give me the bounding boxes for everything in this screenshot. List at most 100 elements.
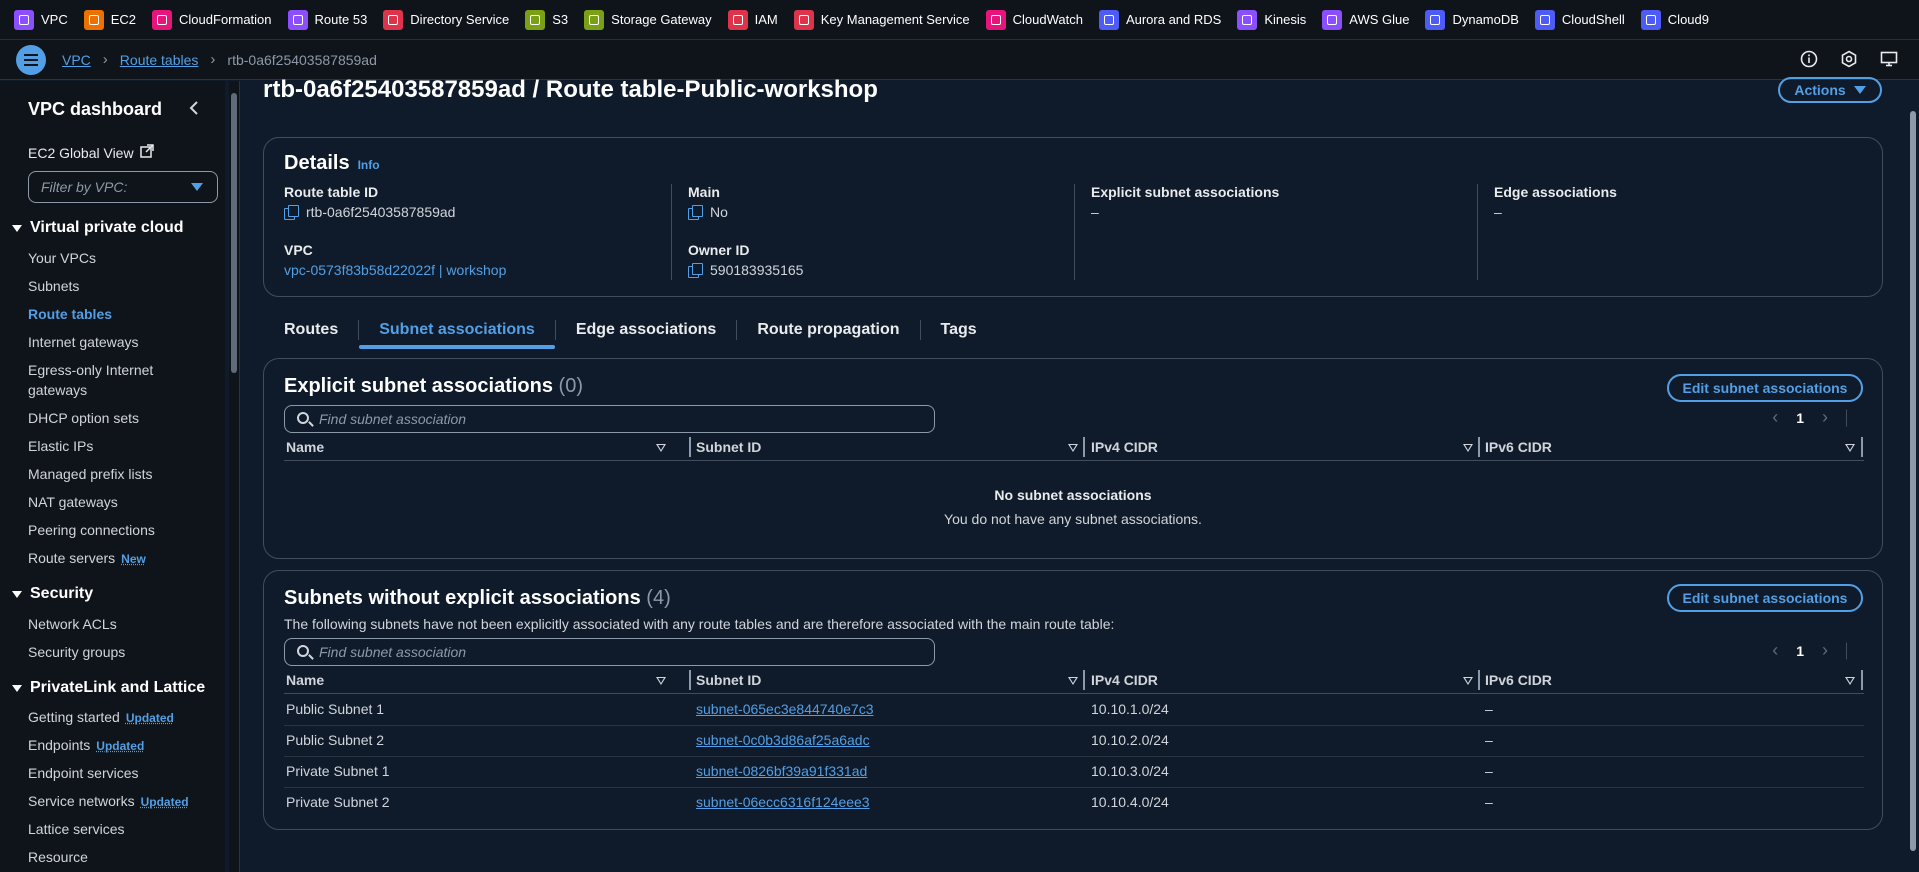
- column-divider[interactable]: [689, 670, 691, 690]
- sidebar-item-resource[interactable]: Resource: [28, 847, 88, 867]
- fav-ec2[interactable]: EC2: [83, 9, 136, 30]
- fav-storage-gateway[interactable]: Storage Gateway: [584, 9, 712, 30]
- chevron-left-icon[interactable]: ‹: [1772, 407, 1778, 428]
- fav-vpc[interactable]: VPC: [14, 9, 68, 30]
- fav-cloudformation[interactable]: CloudFormation: [152, 9, 272, 30]
- column-header-name[interactable]: Name: [286, 435, 676, 459]
- sidebar-item-peering-connections[interactable]: Peering connections: [28, 520, 155, 540]
- screen-icon[interactable]: [1879, 49, 1899, 69]
- main-scrollbar[interactable]: [1907, 81, 1919, 872]
- chevron-left-icon[interactable]: [188, 101, 200, 120]
- fav-directory-service[interactable]: Directory Service: [383, 9, 509, 30]
- fav-iam[interactable]: IAM: [727, 9, 778, 30]
- info-link[interactable]: Info: [358, 158, 380, 172]
- subnet-link[interactable]: subnet-065ec3e844740e7c3: [696, 701, 874, 717]
- tab-edge-associations[interactable]: Edge associations: [556, 313, 737, 347]
- fav-aurora-rds[interactable]: Aurora and RDS: [1098, 9, 1221, 30]
- sidebar-item-egress-only-gateways[interactable]: Egress-only Internet gateways: [28, 360, 178, 400]
- vpc-link[interactable]: vpc-0573f83b58d22022f | workshop: [284, 262, 506, 278]
- sidebar-ec2-global-view[interactable]: EC2 Global View: [28, 144, 154, 161]
- column-divider[interactable]: [689, 437, 691, 457]
- column-divider[interactable]: [1861, 670, 1863, 690]
- tab-subnet-associations[interactable]: Subnet associations: [359, 313, 555, 349]
- column-divider[interactable]: [1478, 437, 1480, 457]
- info-icon[interactable]: [1799, 49, 1819, 69]
- table-row[interactable]: Private Subnet 2 subnet-06ecc6316f124eee…: [284, 788, 1864, 819]
- sidebar-section-vpc[interactable]: Virtual private cloud: [12, 219, 184, 237]
- filter-placeholder: Filter by VPC:: [41, 179, 128, 195]
- breadcrumb-route-tables[interactable]: Route tables: [120, 52, 199, 68]
- fav-dynamodb[interactable]: DynamoDB: [1425, 9, 1519, 30]
- menu-icon[interactable]: [16, 44, 46, 75]
- gear-icon[interactable]: [1846, 408, 1864, 427]
- fav-cloudshell[interactable]: CloudShell: [1534, 9, 1625, 30]
- fav-kms[interactable]: Key Management Service: [793, 9, 970, 30]
- tab-routes[interactable]: Routes: [263, 313, 358, 347]
- actions-button[interactable]: Actions: [1778, 77, 1882, 103]
- column-header-name[interactable]: Name: [286, 668, 676, 692]
- sidebar-item-route-tables[interactable]: Route tables: [28, 304, 112, 324]
- divider: [1074, 184, 1075, 280]
- settings-icon[interactable]: [1839, 49, 1859, 69]
- column-divider[interactable]: [1083, 437, 1085, 457]
- sidebar-item-nat-gateways[interactable]: NAT gateways: [28, 492, 118, 512]
- explicit-associations-panel: Explicit subnet associations (0) Edit su…: [263, 358, 1883, 559]
- table-row[interactable]: Public Subnet 1 subnet-065ec3e844740e7c3…: [284, 695, 1864, 726]
- tab-route-propagation[interactable]: Route propagation: [737, 313, 919, 347]
- fav-route53[interactable]: Route 53: [287, 9, 367, 30]
- fav-glue[interactable]: AWS Glue: [1322, 9, 1409, 30]
- sidebar-scrollbar[interactable]: [229, 81, 239, 872]
- column-header-ipv4[interactable]: IPv4 CIDR: [1091, 668, 1481, 692]
- column-header-ipv4[interactable]: IPv4 CIDR: [1091, 435, 1481, 459]
- sidebar-item-getting-started[interactable]: Getting started Updated: [28, 707, 174, 728]
- column-divider[interactable]: [1478, 670, 1480, 690]
- sidebar-item-elastic-ips[interactable]: Elastic IPs: [28, 436, 93, 456]
- chevron-right-icon[interactable]: ›: [1822, 407, 1828, 428]
- sidebar-section-security[interactable]: Security: [12, 585, 93, 603]
- fav-cloudwatch[interactable]: CloudWatch: [985, 9, 1083, 30]
- column-header-subnet-id[interactable]: Subnet ID: [696, 435, 1086, 459]
- edit-subnet-associations-button[interactable]: Edit subnet associations: [1667, 374, 1863, 402]
- subnet-link[interactable]: subnet-06ecc6316f124eee3: [696, 794, 870, 810]
- column-divider[interactable]: [1083, 670, 1085, 690]
- sidebar-item-endpoint-services[interactable]: Endpoint services: [28, 763, 139, 783]
- sidebar-item-security-groups[interactable]: Security groups: [28, 642, 125, 662]
- search-input[interactable]: Find subnet association: [284, 405, 935, 433]
- page-number[interactable]: 1: [1796, 410, 1804, 426]
- copy-icon[interactable]: [688, 205, 703, 220]
- table-row[interactable]: Public Subnet 2 subnet-0c0b3d86af25a6adc…: [284, 726, 1864, 757]
- sidebar-item-your-vpcs[interactable]: Your VPCs: [28, 248, 96, 268]
- fav-cloud9[interactable]: Cloud9: [1640, 9, 1709, 30]
- sidebar-item-service-networks[interactable]: Service networks Updated: [28, 791, 189, 812]
- sidebar-item-lattice-services[interactable]: Lattice services: [28, 819, 124, 839]
- tab-tags[interactable]: Tags: [921, 313, 997, 347]
- chevron-left-icon[interactable]: ‹: [1772, 640, 1778, 661]
- column-divider[interactable]: [1861, 437, 1863, 457]
- sidebar-item-internet-gateways[interactable]: Internet gateways: [28, 332, 139, 352]
- column-header-ipv6[interactable]: IPv6 CIDR: [1485, 435, 1865, 459]
- sidebar-item-dhcp-option-sets[interactable]: DHCP option sets: [28, 408, 139, 428]
- edit-subnet-associations-button[interactable]: Edit subnet associations: [1667, 584, 1863, 612]
- column-header-subnet-id[interactable]: Subnet ID: [696, 668, 1086, 692]
- table-row[interactable]: Private Subnet 1 subnet-0826bf39a91f331a…: [284, 757, 1864, 788]
- column-header-ipv6[interactable]: IPv6 CIDR: [1485, 668, 1865, 692]
- vpc-filter-select[interactable]: Filter by VPC:: [28, 171, 218, 203]
- subnet-link[interactable]: subnet-0826bf39a91f331ad: [696, 763, 867, 779]
- chevron-right-icon[interactable]: ›: [1822, 640, 1828, 661]
- breadcrumb-vpc[interactable]: VPC: [62, 52, 91, 68]
- storage-gateway-icon: [584, 9, 605, 30]
- fav-s3[interactable]: S3: [525, 9, 568, 30]
- sidebar-item-subnets[interactable]: Subnets: [28, 276, 79, 296]
- subnet-link[interactable]: subnet-0c0b3d86af25a6adc: [696, 732, 870, 748]
- fav-kinesis[interactable]: Kinesis: [1237, 9, 1306, 30]
- gear-icon[interactable]: [1846, 641, 1864, 660]
- sidebar-section-privatelink[interactable]: PrivateLink and Lattice: [12, 679, 205, 697]
- copy-icon[interactable]: [688, 263, 703, 278]
- sidebar-item-managed-prefix-lists[interactable]: Managed prefix lists: [28, 464, 153, 484]
- sidebar-item-route-servers[interactable]: Route servers New: [28, 548, 146, 569]
- page-number[interactable]: 1: [1796, 643, 1804, 659]
- search-input[interactable]: Find subnet association: [284, 638, 935, 666]
- sidebar-item-endpoints[interactable]: Endpoints Updated: [28, 735, 144, 756]
- sidebar-item-network-acls[interactable]: Network ACLs: [28, 614, 117, 634]
- copy-icon[interactable]: [284, 205, 299, 220]
